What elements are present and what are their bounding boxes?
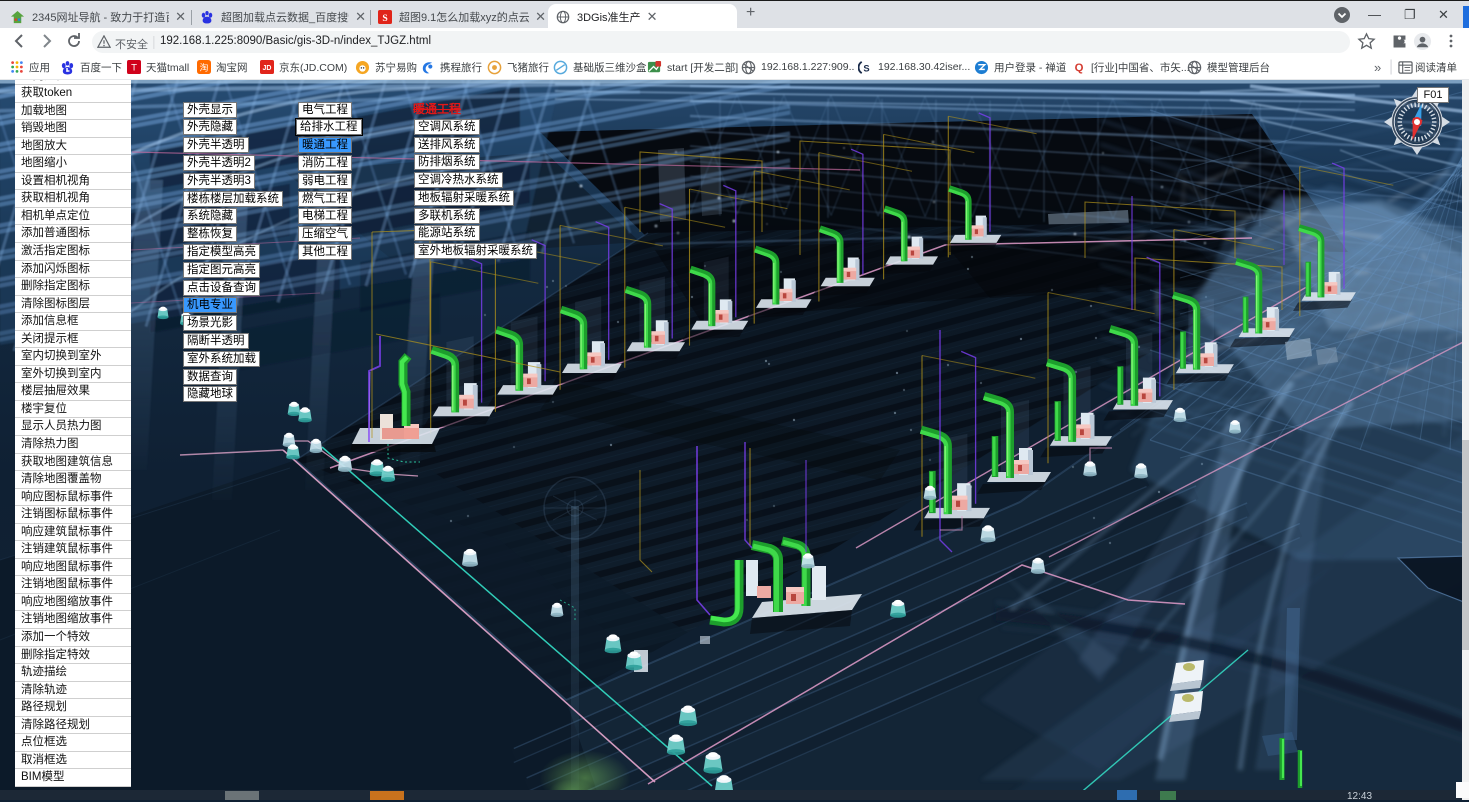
svg-text:T: T xyxy=(131,63,137,74)
svg-text:淘: 淘 xyxy=(200,62,209,73)
svg-text:JD: JD xyxy=(263,65,272,72)
svg-text:S: S xyxy=(382,13,387,24)
svg-text:Q: Q xyxy=(1075,62,1084,74)
svg-text:S: S xyxy=(863,63,869,73)
